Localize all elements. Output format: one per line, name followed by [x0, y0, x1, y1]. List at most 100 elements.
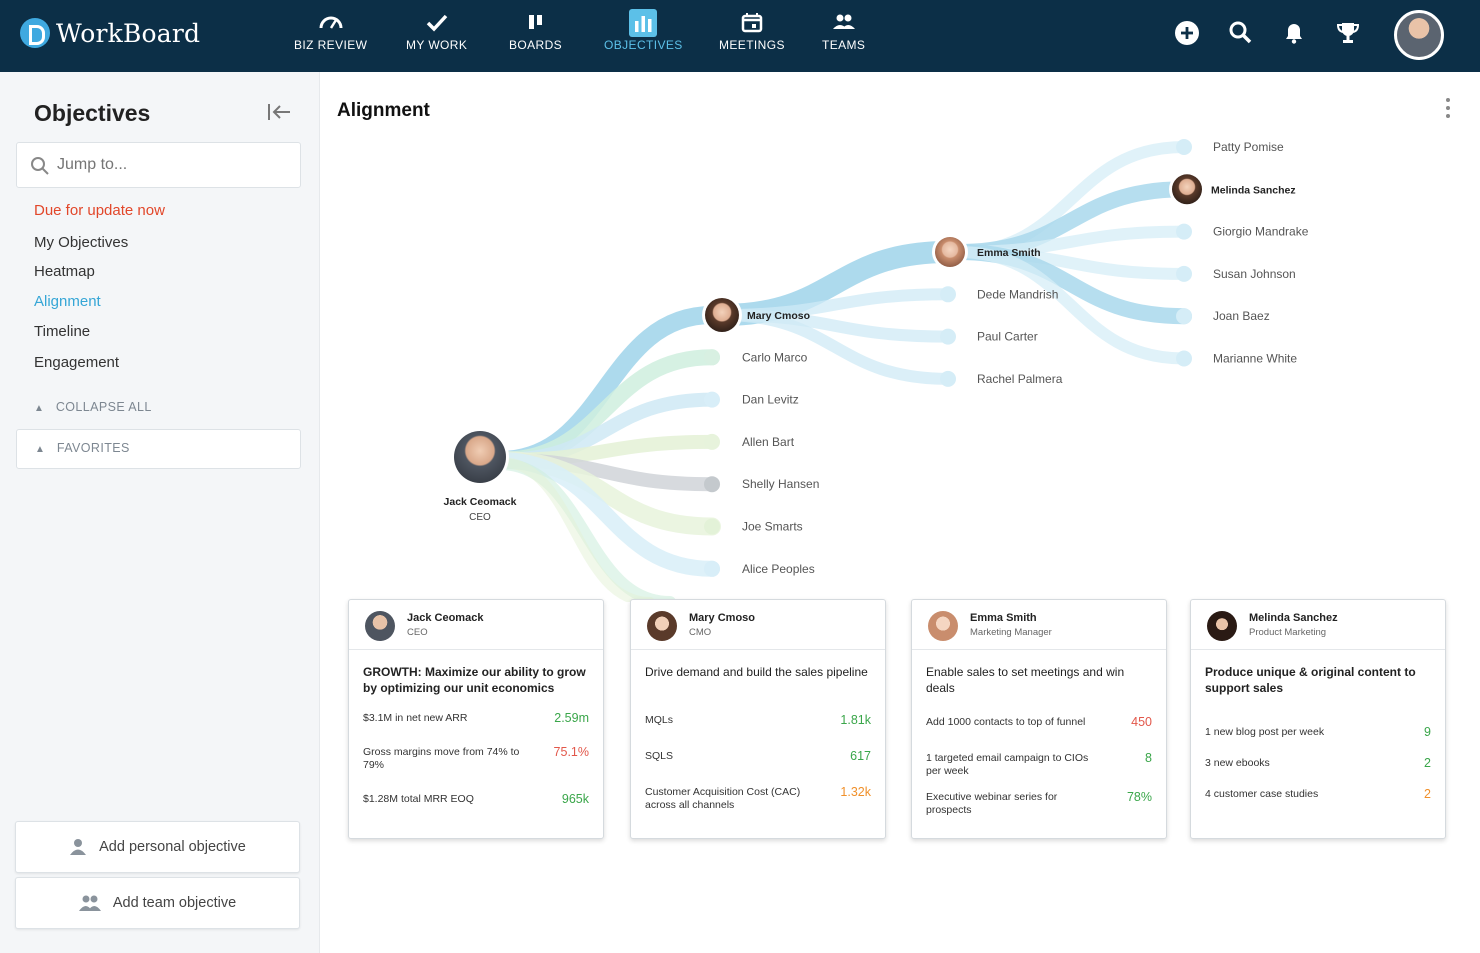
node-label-susan-johnson[interactable]: Susan Johnson	[1213, 267, 1296, 281]
node-label-giorgio-mandrake[interactable]: Giorgio Mandrake	[1213, 225, 1309, 239]
collapse-all-toggle[interactable]: ▲ COLLAPSE ALL	[34, 400, 152, 414]
key-result: 1 targeted email campaign to CIOs per we…	[926, 752, 1156, 778]
node-label-dan-levitz[interactable]: Dan Levitz	[742, 393, 799, 407]
kr-value: 965k	[561, 792, 589, 806]
node-label-emma-smith[interactable]: Emma Smith	[977, 247, 1041, 259]
kr-text: Customer Acquisition Cost (CAC) across a…	[645, 786, 801, 811]
nav-teams[interactable]: TEAMS	[822, 8, 865, 52]
tree-links	[491, 141, 1192, 602]
objective-card-jack-ceomack[interactable]: Jack Ceomack CEO GROWTH: Maximize our ab…	[348, 599, 604, 839]
node-label-allen-bart[interactable]: Allen Bart	[742, 435, 795, 449]
nav-objectives[interactable]: OBJECTIVES	[604, 8, 683, 52]
node-label-alice-peoples[interactable]: Alice Peoples	[742, 562, 815, 576]
objective-card-mary-cmoso[interactable]: Mary Cmoso CMO Drive demand and build th…	[630, 599, 886, 839]
node-dot-joan-baez[interactable]	[1176, 308, 1192, 325]
node-dot-allen-bart[interactable]	[704, 433, 720, 450]
nav-label: BIZ REVIEW	[294, 38, 368, 52]
favorites-header: ▲ FAVORITES	[35, 441, 130, 455]
sidebar-item-engagement[interactable]: Engagement	[34, 354, 119, 371]
key-result: $1.28M total MRR EOQ 965k	[363, 793, 593, 806]
bar-chart-icon	[629, 9, 658, 37]
add-personal-label: Add personal objective	[99, 839, 246, 855]
nav-biz-review[interactable]: BIZ REVIEW	[294, 8, 367, 52]
owner-name: Mary Cmoso	[689, 612, 756, 624]
kr-text: $3.1M in net new ARR	[363, 712, 468, 724]
key-result: Gross margins move from 74% to 79% 75.1%	[363, 746, 593, 772]
trophy-icon[interactable]	[1335, 20, 1361, 46]
owner-name: Melinda Sanchez	[1249, 612, 1338, 624]
add-team-label: Add team objective	[112, 895, 237, 911]
node-label-joe-smarts[interactable]: Joe Smarts	[742, 520, 803, 534]
node-label-carlo-marco[interactable]: Carlo Marco	[742, 350, 808, 364]
search-icon[interactable]	[1228, 20, 1254, 46]
key-result: Customer Acquisition Cost (CAC) across a…	[645, 786, 875, 812]
jump-to-search[interactable]	[16, 142, 301, 188]
node-label-mary-cmoso[interactable]: Mary Cmoso	[747, 310, 810, 322]
node-dot-shelly-hansen[interactable]	[704, 476, 720, 493]
node-dot-giorgio-mandrake[interactable]	[1176, 223, 1192, 240]
node-label-ceo[interactable]: CEO	[469, 512, 491, 523]
sidebar-item-timeline[interactable]: Timeline	[34, 323, 90, 340]
sidebar-item-heatmap[interactable]: Heatmap	[34, 263, 95, 280]
sidebar-item-alignment[interactable]: Alignment	[34, 293, 101, 310]
bell-icon[interactable]	[1281, 20, 1307, 46]
nav-my-work[interactable]: MY WORK	[406, 8, 467, 52]
chevron-up-icon: ▲	[34, 403, 45, 414]
kr-value: 2.59m	[554, 711, 589, 725]
owner-name: Jack Ceomack	[407, 612, 484, 624]
user-avatar[interactable]	[1394, 10, 1444, 60]
node-dot-susan-johnson[interactable]	[1176, 265, 1192, 282]
node-label-joan-baez[interactable]: Joan Baez	[1213, 309, 1270, 323]
favorites-section[interactable]: ▲ FAVORITES	[16, 429, 301, 469]
node-dot-joe-smarts[interactable]	[704, 518, 720, 535]
avatar-mary-cmoso[interactable]	[702, 295, 742, 335]
kr-value: 1.81k	[840, 713, 871, 727]
avatar-emma-smith[interactable]	[932, 234, 968, 270]
node-dot-dede-mandrish[interactable]	[940, 286, 956, 303]
search-icon	[31, 157, 49, 175]
node-label-rachel-palmera[interactable]: Rachel Palmera	[977, 372, 1063, 386]
add-circle-icon[interactable]	[1174, 20, 1200, 46]
objective-title: Enable sales to set meetings and win dea…	[926, 665, 1125, 695]
gauge-icon	[319, 16, 343, 29]
workboard-logo[interactable]: WorkBoard	[20, 18, 200, 48]
node-dot-marianne-white[interactable]	[1176, 350, 1192, 367]
node-dot-paul-carter[interactable]	[940, 328, 956, 345]
kr-value: 2	[1424, 787, 1431, 801]
node-label-patty-pomise[interactable]: Patty Pomise	[1213, 140, 1284, 154]
objective-card-emma-smith[interactable]: Emma Smith Marketing Manager Enable sale…	[911, 599, 1167, 839]
nav-meetings[interactable]: MEETINGS	[719, 8, 785, 52]
favorites-label: FAVORITES	[56, 441, 130, 455]
collapse-sidebar-icon[interactable]	[266, 102, 292, 122]
nav-label: BOARDS	[509, 38, 563, 52]
kr-value: 2	[1424, 756, 1431, 770]
add-team-objective-button[interactable]: Add team objective	[15, 877, 300, 929]
objective-card-melinda-sanchez[interactable]: Melinda Sanchez Product Marketing Produc…	[1190, 599, 1446, 839]
due-for-update-link[interactable]: Due for update now	[34, 202, 165, 219]
kr-value: 1.32k	[840, 785, 871, 799]
key-result: 1 new blog post per week 9	[1205, 726, 1435, 739]
node-label-jack-ceomack[interactable]: Jack Ceomack	[444, 496, 517, 508]
node-dot-dan-levitz[interactable]	[704, 391, 720, 408]
node-dot-rachel-palmera[interactable]	[940, 370, 956, 387]
app-name: WorkBoard	[56, 18, 201, 48]
node-label-paul-carter[interactable]: Paul Carter	[977, 330, 1038, 344]
jump-to-input[interactable]	[57, 153, 287, 177]
node-dot-alice-peoples[interactable]	[704, 560, 720, 577]
node-label-dede-mandrish[interactable]: Dede Mandrish	[977, 287, 1058, 301]
node-dot-carlo-marco[interactable]	[704, 349, 720, 366]
node-dot-patty-pomise[interactable]	[1176, 139, 1192, 155]
node-label-marianne-white[interactable]: Marianne White	[1213, 352, 1297, 366]
add-personal-objective-button[interactable]: Add personal objective	[15, 821, 300, 873]
board-columns-icon	[528, 15, 542, 29]
workboard-logo-icon	[20, 18, 50, 48]
sidebar-item-my-objectives[interactable]: My Objectives	[34, 234, 128, 251]
avatar	[928, 611, 958, 641]
kr-text: Gross margins move from 74% to 79%	[363, 746, 520, 771]
nav-boards[interactable]: BOARDS	[509, 8, 562, 52]
node-label-melinda-sanchez[interactable]: Melinda Sanchez	[1211, 184, 1296, 196]
sidebar-title: Objectives	[34, 100, 151, 126]
avatar-melinda-sanchez[interactable]	[1169, 171, 1205, 208]
node-label-shelly-hansen[interactable]: Shelly Hansen	[742, 477, 819, 491]
avatar-jack-ceomack[interactable]	[451, 428, 509, 486]
